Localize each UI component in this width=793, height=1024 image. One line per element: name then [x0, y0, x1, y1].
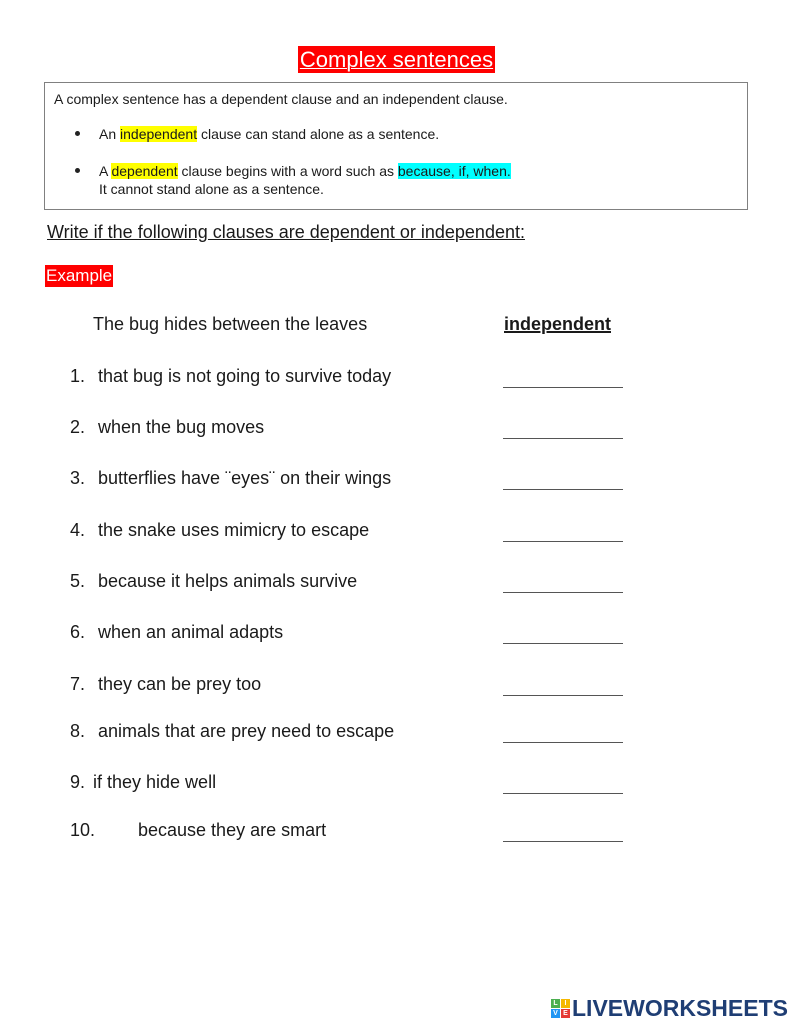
question-clause: if they hide well	[93, 772, 217, 792]
question-number: 8.	[70, 721, 86, 741]
question-clause: the snake uses mimicry to escape	[98, 520, 370, 540]
question-number: 2.	[70, 417, 86, 437]
example-row: The bug hides between the leaves indepen…	[0, 314, 793, 338]
question-clause: because they are smart	[138, 820, 327, 840]
answer-blank[interactable]	[503, 421, 623, 439]
live-icon: LIVE	[551, 998, 570, 1018]
example-label: Example	[45, 265, 114, 287]
info-intro: A complex sentence has a dependent claus…	[54, 91, 508, 107]
logo-letter-tile: I	[561, 998, 570, 1008]
question-clause: animals that are prey need to escape	[98, 721, 395, 741]
question-clause: butterflies have ¨eyes¨ on their wings	[98, 468, 392, 488]
info-box: A complex sentence has a dependent claus…	[44, 82, 748, 210]
question-clause: that bug is not going to survive today	[98, 366, 392, 386]
highlight-dependent: dependent	[111, 163, 178, 179]
question-row: 4. the snake uses mimicry to escape	[0, 520, 793, 544]
bullet-icon	[75, 131, 80, 136]
question-clause: when the bug moves	[98, 417, 265, 437]
bullet-icon	[75, 168, 80, 173]
answer-blank[interactable]	[503, 776, 623, 794]
answer-blank[interactable]	[503, 725, 623, 743]
question-row: 6. when an animal adapts	[0, 622, 793, 646]
answer-blank[interactable]	[503, 370, 623, 388]
question-number: 7.	[70, 674, 86, 694]
question-row: 3. butterflies have ¨eyes¨ on their wings	[0, 468, 793, 492]
question-row: 1. that bug is not going to survive today	[0, 366, 793, 390]
question-number: 4.	[70, 520, 86, 540]
answer-blank[interactable]	[503, 678, 623, 696]
answer-blank[interactable]	[503, 472, 623, 490]
question-number: 6.	[70, 622, 86, 642]
example-answer: independent	[504, 314, 611, 334]
answer-blank[interactable]	[503, 626, 623, 644]
question-number: 5.	[70, 571, 86, 591]
logo-letter-tile: E	[561, 1008, 570, 1018]
answer-blank[interactable]	[503, 824, 623, 842]
logo-letter-tile: L	[551, 998, 560, 1008]
question-row: 5. because it helps animals survive	[0, 571, 793, 595]
highlight-conjunctions: because, if, when.	[397, 163, 511, 179]
question-number: 9.	[70, 772, 86, 792]
question-row: 2. when the bug moves	[0, 417, 793, 441]
question-clause: they can be prey too	[98, 674, 262, 694]
question-row: 8. animals that are prey need to escape	[0, 721, 793, 745]
logo-letter-tile: V	[551, 1008, 560, 1018]
answer-blank[interactable]	[503, 575, 623, 593]
question-clause: when an animal adapts	[98, 622, 284, 642]
question-clause: because it helps animals survive	[98, 571, 358, 591]
question-number: 3.	[70, 468, 86, 488]
instructions: Write if the following clauses are depen…	[47, 222, 525, 242]
worksheet-title: Complex sentences	[297, 46, 496, 73]
question-row: 10. because they are smart	[0, 820, 793, 844]
question-row: 9. if they hide well	[0, 772, 793, 796]
answer-blank[interactable]	[503, 524, 623, 542]
title-container: Complex sentences	[0, 46, 793, 73]
example-clause: The bug hides between the leaves	[93, 314, 368, 334]
liveworksheets-logo: LIVE LIVEWORKSHEETS	[551, 995, 788, 1021]
question-number: 10.	[70, 820, 96, 840]
question-number: 1.	[70, 366, 86, 386]
question-row: 7. they can be prey too	[0, 674, 793, 698]
highlight-independent: independent	[120, 126, 198, 142]
